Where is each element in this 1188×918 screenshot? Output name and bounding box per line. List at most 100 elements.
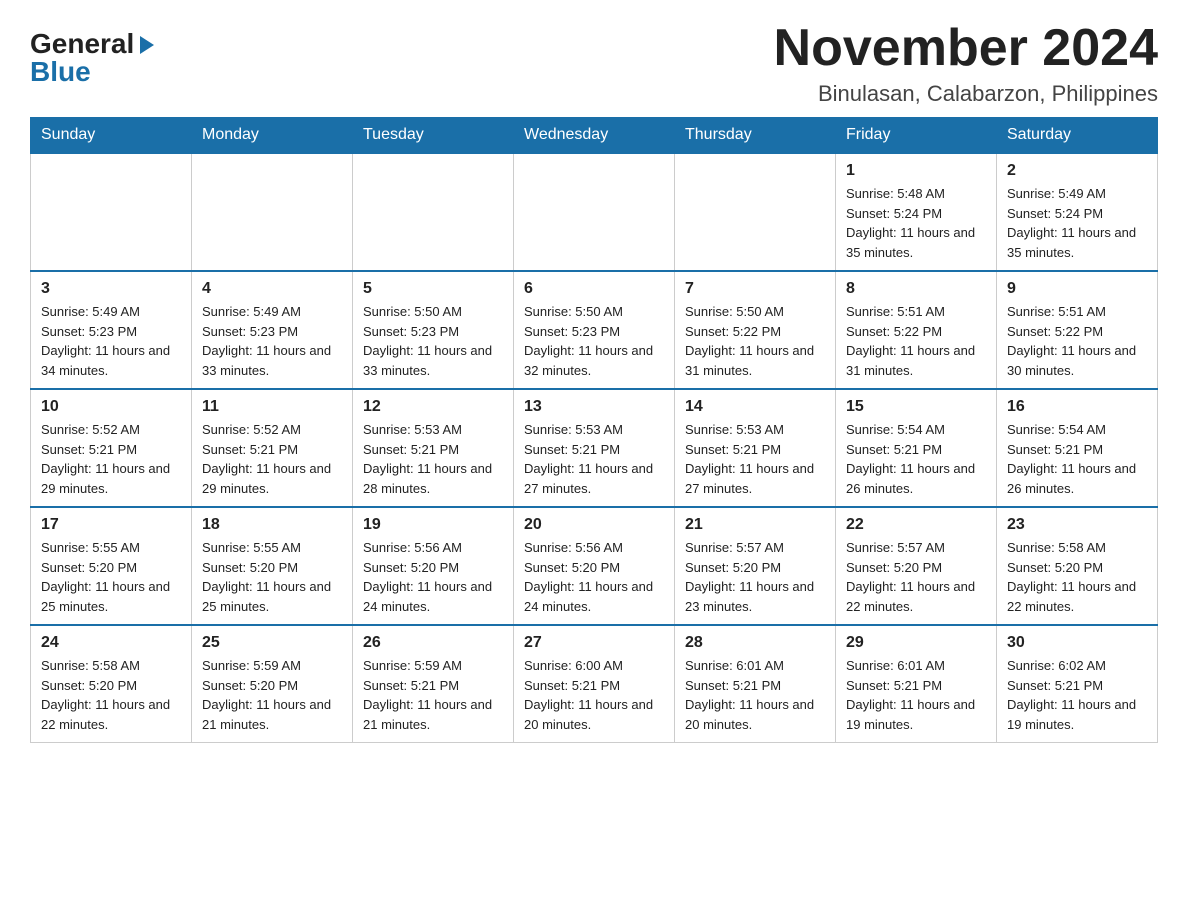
day-info: Sunrise: 5:53 AM Sunset: 5:21 PM Dayligh…	[685, 420, 825, 498]
day-info: Sunrise: 6:01 AM Sunset: 5:21 PM Dayligh…	[685, 656, 825, 734]
calendar-week-3: 10 Sunrise: 5:52 AM Sunset: 5:21 PM Dayli…	[31, 389, 1158, 507]
day-info: Sunrise: 5:50 AM Sunset: 5:23 PM Dayligh…	[363, 302, 503, 380]
weekday-header-wednesday: Wednesday	[514, 118, 675, 154]
calendar-cell: 27 Sunrise: 6:00 AM Sunset: 5:21 PM Dayli…	[514, 625, 675, 743]
day-number: 4	[202, 280, 342, 298]
calendar-cell: 25Sunrise: 5:59 AM Sunset: 5:20 PM Dayli…	[192, 625, 353, 743]
calendar-cell: 6 Sunrise: 5:50 AM Sunset: 5:23 PM Daylig…	[514, 271, 675, 389]
day-number: 15	[846, 398, 986, 416]
calendar-cell: 12 Sunrise: 5:53 AM Sunset: 5:21 PM Dayli…	[353, 389, 514, 507]
calendar-cell: 8 Sunrise: 5:51 AM Sunset: 5:22 PM Daylig…	[836, 271, 997, 389]
calendar-cell: 15Sunrise: 5:54 AM Sunset: 5:21 PM Dayli…	[836, 389, 997, 507]
day-info: Sunrise: 5:53 AM Sunset: 5:21 PM Dayligh…	[363, 420, 503, 498]
title-block: November 2024 Binulasan, Calabarzon, Phi…	[774, 20, 1158, 107]
calendar-week-1: 1 Sunrise: 5:48 AM Sunset: 5:24 PM Daylig…	[31, 153, 1158, 271]
weekday-header-row: SundayMondayTuesdayWednesdayThursdayFrid…	[31, 118, 1158, 154]
weekday-header-monday: Monday	[192, 118, 353, 154]
calendar-cell: 26 Sunrise: 5:59 AM Sunset: 5:21 PM Dayli…	[353, 625, 514, 743]
calendar-cell: 24 Sunrise: 5:58 AM Sunset: 5:20 PM Dayli…	[31, 625, 192, 743]
day-info: Sunrise: 6:02 AM Sunset: 5:21 PM Dayligh…	[1007, 656, 1147, 734]
day-info: Sunrise: 5:49 AM Sunset: 5:23 PM Dayligh…	[202, 302, 342, 380]
calendar: SundayMondayTuesdayWednesdayThursdayFrid…	[30, 117, 1158, 743]
day-number: 26	[363, 634, 503, 652]
day-number: 1	[846, 162, 986, 180]
calendar-cell: 30 Sunrise: 6:02 AM Sunset: 5:21 PM Dayli…	[997, 625, 1158, 743]
calendar-week-2: 3 Sunrise: 5:49 AM Sunset: 5:23 PM Daylig…	[31, 271, 1158, 389]
day-number: 6	[524, 280, 664, 298]
day-number: 29	[846, 634, 986, 652]
calendar-cell: 16Sunrise: 5:54 AM Sunset: 5:21 PM Dayli…	[997, 389, 1158, 507]
day-number: 10	[41, 398, 181, 416]
weekday-header-saturday: Saturday	[997, 118, 1158, 154]
weekday-header-sunday: Sunday	[31, 118, 192, 154]
day-info: Sunrise: 5:51 AM Sunset: 5:22 PM Dayligh…	[846, 302, 986, 380]
calendar-cell: 1 Sunrise: 5:48 AM Sunset: 5:24 PM Daylig…	[836, 153, 997, 271]
calendar-cell: 4 Sunrise: 5:49 AM Sunset: 5:23 PM Daylig…	[192, 271, 353, 389]
day-info: Sunrise: 5:58 AM Sunset: 5:20 PM Dayligh…	[41, 656, 181, 734]
day-info: Sunrise: 5:49 AM Sunset: 5:23 PM Dayligh…	[41, 302, 181, 380]
day-number: 3	[41, 280, 181, 298]
day-number: 9	[1007, 280, 1147, 298]
day-info: Sunrise: 5:59 AM Sunset: 5:21 PM Dayligh…	[363, 656, 503, 734]
calendar-cell: 13Sunrise: 5:53 AM Sunset: 5:21 PM Dayli…	[514, 389, 675, 507]
calendar-week-5: 24 Sunrise: 5:58 AM Sunset: 5:20 PM Dayli…	[31, 625, 1158, 743]
day-number: 11	[202, 398, 342, 416]
day-info: Sunrise: 6:00 AM Sunset: 5:21 PM Dayligh…	[524, 656, 664, 734]
calendar-week-4: 17 Sunrise: 5:55 AM Sunset: 5:20 PM Dayli…	[31, 507, 1158, 625]
logo-blue-text: Blue	[30, 58, 91, 86]
day-number: 17	[41, 516, 181, 534]
day-info: Sunrise: 5:48 AM Sunset: 5:24 PM Dayligh…	[846, 184, 986, 262]
day-number: 21	[685, 516, 825, 534]
calendar-cell: 2Sunrise: 5:49 AM Sunset: 5:24 PM Daylig…	[997, 153, 1158, 271]
calendar-body: 1 Sunrise: 5:48 AM Sunset: 5:24 PM Daylig…	[31, 153, 1158, 743]
day-info: Sunrise: 5:50 AM Sunset: 5:22 PM Dayligh…	[685, 302, 825, 380]
calendar-cell: 3 Sunrise: 5:49 AM Sunset: 5:23 PM Daylig…	[31, 271, 192, 389]
calendar-cell: 9Sunrise: 5:51 AM Sunset: 5:22 PM Daylig…	[997, 271, 1158, 389]
calendar-cell	[514, 153, 675, 271]
day-number: 19	[363, 516, 503, 534]
day-info: Sunrise: 5:52 AM Sunset: 5:21 PM Dayligh…	[202, 420, 342, 498]
calendar-cell: 18Sunrise: 5:55 AM Sunset: 5:20 PM Dayli…	[192, 507, 353, 625]
calendar-cell: 14 Sunrise: 5:53 AM Sunset: 5:21 PM Dayli…	[675, 389, 836, 507]
day-number: 28	[685, 634, 825, 652]
calendar-cell	[675, 153, 836, 271]
calendar-cell: 5 Sunrise: 5:50 AM Sunset: 5:23 PM Daylig…	[353, 271, 514, 389]
location: Binulasan, Calabarzon, Philippines	[774, 81, 1158, 107]
day-info: Sunrise: 5:55 AM Sunset: 5:20 PM Dayligh…	[202, 538, 342, 616]
month-title: November 2024	[774, 20, 1158, 77]
calendar-cell: 22Sunrise: 5:57 AM Sunset: 5:20 PM Dayli…	[836, 507, 997, 625]
calendar-cell	[31, 153, 192, 271]
calendar-cell: 11 Sunrise: 5:52 AM Sunset: 5:21 PM Dayli…	[192, 389, 353, 507]
day-info: Sunrise: 5:56 AM Sunset: 5:20 PM Dayligh…	[524, 538, 664, 616]
day-number: 8	[846, 280, 986, 298]
day-number: 30	[1007, 634, 1147, 652]
calendar-header: SundayMondayTuesdayWednesdayThursdayFrid…	[31, 118, 1158, 154]
calendar-cell: 21Sunrise: 5:57 AM Sunset: 5:20 PM Dayli…	[675, 507, 836, 625]
day-number: 12	[363, 398, 503, 416]
calendar-cell	[192, 153, 353, 271]
day-number: 7	[685, 280, 825, 298]
day-number: 14	[685, 398, 825, 416]
day-info: Sunrise: 5:59 AM Sunset: 5:20 PM Dayligh…	[202, 656, 342, 734]
calendar-cell: 7 Sunrise: 5:50 AM Sunset: 5:22 PM Daylig…	[675, 271, 836, 389]
calendar-cell: 29Sunrise: 6:01 AM Sunset: 5:21 PM Dayli…	[836, 625, 997, 743]
day-number: 23	[1007, 516, 1147, 534]
day-info: Sunrise: 5:50 AM Sunset: 5:23 PM Dayligh…	[524, 302, 664, 380]
calendar-cell: 19Sunrise: 5:56 AM Sunset: 5:20 PM Dayli…	[353, 507, 514, 625]
day-number: 5	[363, 280, 503, 298]
weekday-header-friday: Friday	[836, 118, 997, 154]
header: General Blue November 2024 Binulasan, Ca…	[30, 20, 1158, 107]
logo: General Blue	[30, 30, 158, 86]
day-number: 24	[41, 634, 181, 652]
day-info: Sunrise: 5:57 AM Sunset: 5:20 PM Dayligh…	[846, 538, 986, 616]
calendar-cell: 17Sunrise: 5:55 AM Sunset: 5:20 PM Dayli…	[31, 507, 192, 625]
weekday-header-tuesday: Tuesday	[353, 118, 514, 154]
weekday-header-thursday: Thursday	[675, 118, 836, 154]
day-number: 27	[524, 634, 664, 652]
calendar-cell	[353, 153, 514, 271]
day-number: 20	[524, 516, 664, 534]
day-number: 16	[1007, 398, 1147, 416]
logo-general-text: General	[30, 30, 134, 58]
day-info: Sunrise: 5:52 AM Sunset: 5:21 PM Dayligh…	[41, 420, 181, 498]
day-info: Sunrise: 5:49 AM Sunset: 5:24 PM Dayligh…	[1007, 184, 1147, 262]
